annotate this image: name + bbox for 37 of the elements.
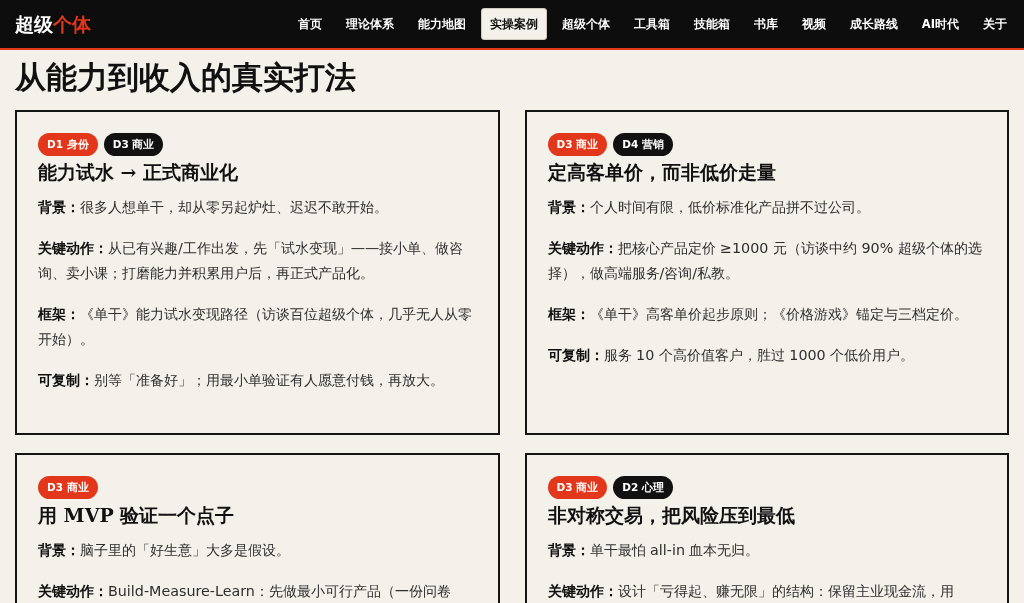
card-paragraph: 关键动作：从已有兴趣/工作出发，先「试水变现」——接小单、做咨询、卖小课；打磨能力并积累用户后，再正式产品化。: [38, 239, 465, 283]
card-title: 非对称交易，把风险压到最低: [547, 503, 796, 528]
card-paragraph: 可复制：服务 10 个高价值客户，胜过 1000 个低价用户。: [547, 346, 916, 365]
site-logo[interactable]: 超级个体: [15, 14, 91, 34]
nav-link[interactable]: 理论体系: [336, 8, 403, 40]
page-heading: 从能力到收入的真实打法: [15, 58, 357, 97]
nav-link[interactable]: 视频: [792, 8, 835, 40]
nav-link[interactable]: 能力地图: [408, 8, 475, 40]
category-tag: D1 身份: [38, 133, 98, 156]
category-tag: D3 商业: [38, 476, 98, 499]
card-paragraph: 框架：《单干》能力试水变现路径（访谈百位超级个体，几乎无人从零开始）。: [38, 305, 473, 349]
card-paragraph: 背景：个人时间有限，低价标准化产品拼不过公司。: [547, 198, 871, 217]
card-paragraph: 背景：脑子里的「好生意」大多是假设。: [38, 541, 291, 560]
card-paragraph: 关键动作：把核心产品定价 ≥1000 元（访谈中约 90% 超级个体的选择），做高端服务/咨询/私教。: [547, 239, 983, 283]
category-tag: D4 营销: [613, 133, 673, 156]
card-title: 定高客单价，而非低价走量: [547, 160, 777, 185]
card-paragraph: 背景：很多人想单干，却从零另起炉灶、迟迟不敢开始。: [38, 198, 389, 217]
nav-link[interactable]: 书库: [744, 8, 787, 40]
card-paragraph: 关键动作：Build-Measure-Learn：先做最小可行产品（一份问卷: [38, 582, 452, 601]
nav-link[interactable]: 超级个体: [552, 8, 619, 40]
category-tag: D2 心理: [613, 476, 673, 499]
category-tag: D3 商业: [547, 476, 608, 499]
card-title: 能力试水 → 正式商业化: [38, 160, 240, 185]
card-paragraph: 关键动作：设计「亏得起、赚无限」的结构：保留主业现金流，用: [547, 582, 955, 601]
nav-link[interactable]: 实操案例: [480, 8, 547, 40]
card-paragraph: 框架：《单干》高客单价起步原则；《价格游戏》锚定与三档定价。: [547, 305, 969, 324]
nav-link[interactable]: 成长路线: [840, 8, 907, 40]
nav-link[interactable]: 技能箱: [684, 8, 739, 40]
category-tag: D3 商业: [547, 133, 608, 156]
category-tag: D3 商业: [103, 133, 164, 156]
nav-link[interactable]: 关于: [974, 8, 1016, 40]
card-paragraph: 背景：单干最怕 all-in 血本无归。: [547, 541, 761, 560]
nav-link[interactable]: 首页: [288, 8, 331, 40]
card-paragraph: 可复制：别等「准备好」；用最小单验证有人愿意付钱，再放大。: [38, 371, 445, 390]
nav-link[interactable]: AI时代: [912, 8, 968, 40]
card-title: 用 MVP 验证一个点子: [38, 503, 236, 528]
nav-link[interactable]: 工具箱: [624, 8, 679, 40]
